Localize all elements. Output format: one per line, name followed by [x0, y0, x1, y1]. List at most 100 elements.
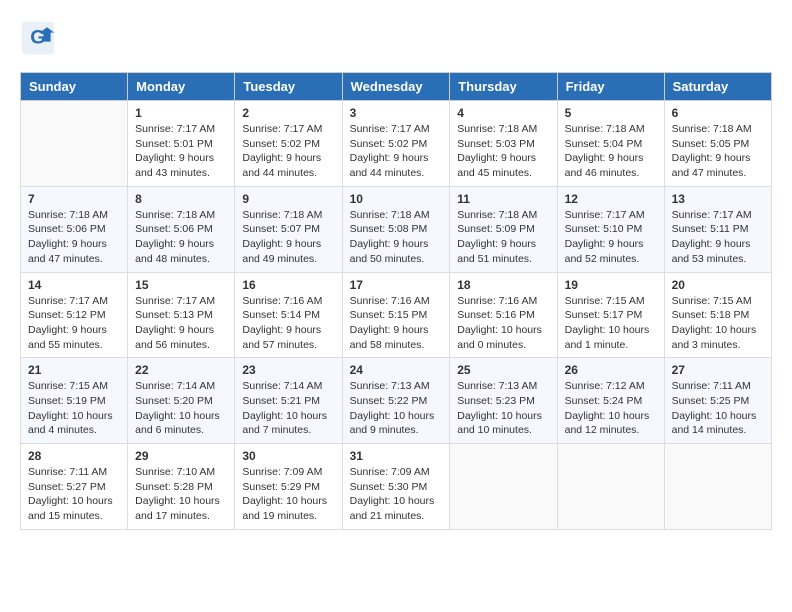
daylight-label: Daylight: 10 hours and 0 minutes. — [457, 324, 542, 351]
daylight-label: Daylight: 9 hours and 46 minutes. — [565, 152, 644, 179]
sunrise-label: Sunrise: 7:17 AM — [565, 209, 645, 221]
calendar-week-row: 1 Sunrise: 7:17 AM Sunset: 5:01 PM Dayli… — [21, 101, 772, 187]
day-number: 17 — [350, 278, 443, 292]
daylight-label: Daylight: 9 hours and 49 minutes. — [242, 238, 321, 265]
day-info: Sunrise: 7:11 AM Sunset: 5:27 PM Dayligh… — [28, 465, 120, 524]
sunrise-label: Sunrise: 7:14 AM — [135, 380, 215, 392]
daylight-label: Daylight: 9 hours and 44 minutes. — [350, 152, 429, 179]
sunrise-label: Sunrise: 7:13 AM — [350, 380, 430, 392]
sunrise-label: Sunrise: 7:10 AM — [135, 466, 215, 478]
day-number: 13 — [672, 192, 764, 206]
day-number: 14 — [28, 278, 120, 292]
calendar-cell: 16 Sunrise: 7:16 AM Sunset: 5:14 PM Dayl… — [235, 272, 342, 358]
sunset-label: Sunset: 5:09 PM — [457, 223, 535, 235]
sunrise-label: Sunrise: 7:15 AM — [28, 380, 108, 392]
day-number: 4 — [457, 106, 549, 120]
day-info: Sunrise: 7:18 AM Sunset: 5:07 PM Dayligh… — [242, 208, 334, 267]
sunset-label: Sunset: 5:12 PM — [28, 309, 106, 321]
sunrise-label: Sunrise: 7:18 AM — [565, 123, 645, 135]
calendar-cell: 5 Sunrise: 7:18 AM Sunset: 5:04 PM Dayli… — [557, 101, 664, 187]
calendar-cell: 9 Sunrise: 7:18 AM Sunset: 5:07 PM Dayli… — [235, 186, 342, 272]
daylight-label: Daylight: 9 hours and 45 minutes. — [457, 152, 536, 179]
day-info: Sunrise: 7:09 AM Sunset: 5:30 PM Dayligh… — [350, 465, 443, 524]
day-info: Sunrise: 7:09 AM Sunset: 5:29 PM Dayligh… — [242, 465, 334, 524]
daylight-label: Daylight: 9 hours and 51 minutes. — [457, 238, 536, 265]
calendar-cell: 12 Sunrise: 7:17 AM Sunset: 5:10 PM Dayl… — [557, 186, 664, 272]
day-info: Sunrise: 7:15 AM Sunset: 5:18 PM Dayligh… — [672, 294, 764, 353]
daylight-label: Daylight: 9 hours and 43 minutes. — [135, 152, 214, 179]
calendar-cell: 14 Sunrise: 7:17 AM Sunset: 5:12 PM Dayl… — [21, 272, 128, 358]
daylight-label: Daylight: 9 hours and 53 minutes. — [672, 238, 751, 265]
calendar-cell: 29 Sunrise: 7:10 AM Sunset: 5:28 PM Dayl… — [128, 444, 235, 530]
daylight-label: Daylight: 9 hours and 56 minutes. — [135, 324, 214, 351]
sunrise-label: Sunrise: 7:17 AM — [135, 295, 215, 307]
day-header: Wednesday — [342, 73, 450, 101]
sunset-label: Sunset: 5:18 PM — [672, 309, 750, 321]
calendar-cell: 4 Sunrise: 7:18 AM Sunset: 5:03 PM Dayli… — [450, 101, 557, 187]
day-info: Sunrise: 7:16 AM Sunset: 5:16 PM Dayligh… — [457, 294, 549, 353]
day-info: Sunrise: 7:14 AM Sunset: 5:20 PM Dayligh… — [135, 379, 227, 438]
calendar-cell: 7 Sunrise: 7:18 AM Sunset: 5:06 PM Dayli… — [21, 186, 128, 272]
day-info: Sunrise: 7:10 AM Sunset: 5:28 PM Dayligh… — [135, 465, 227, 524]
daylight-label: Daylight: 9 hours and 47 minutes. — [672, 152, 751, 179]
day-info: Sunrise: 7:18 AM Sunset: 5:05 PM Dayligh… — [672, 122, 764, 181]
daylight-label: Daylight: 10 hours and 9 minutes. — [350, 410, 435, 437]
day-info: Sunrise: 7:18 AM Sunset: 5:08 PM Dayligh… — [350, 208, 443, 267]
sunrise-label: Sunrise: 7:18 AM — [28, 209, 108, 221]
daylight-label: Daylight: 9 hours and 57 minutes. — [242, 324, 321, 351]
sunrise-label: Sunrise: 7:11 AM — [672, 380, 751, 392]
day-number: 31 — [350, 449, 443, 463]
day-info: Sunrise: 7:17 AM Sunset: 5:13 PM Dayligh… — [135, 294, 227, 353]
day-header: Friday — [557, 73, 664, 101]
day-number: 30 — [242, 449, 334, 463]
sunset-label: Sunset: 5:11 PM — [672, 223, 749, 235]
daylight-label: Daylight: 9 hours and 44 minutes. — [242, 152, 321, 179]
daylight-label: Daylight: 10 hours and 7 minutes. — [242, 410, 327, 437]
daylight-label: Daylight: 10 hours and 4 minutes. — [28, 410, 113, 437]
day-number: 18 — [457, 278, 549, 292]
day-number: 22 — [135, 363, 227, 377]
day-info: Sunrise: 7:13 AM Sunset: 5:23 PM Dayligh… — [457, 379, 549, 438]
logo-icon: G — [20, 20, 56, 56]
calendar-cell: 21 Sunrise: 7:15 AM Sunset: 5:19 PM Dayl… — [21, 358, 128, 444]
daylight-label: Daylight: 10 hours and 3 minutes. — [672, 324, 757, 351]
calendar-cell: 31 Sunrise: 7:09 AM Sunset: 5:30 PM Dayl… — [342, 444, 450, 530]
calendar-cell: 26 Sunrise: 7:12 AM Sunset: 5:24 PM Dayl… — [557, 358, 664, 444]
day-info: Sunrise: 7:17 AM Sunset: 5:01 PM Dayligh… — [135, 122, 227, 181]
calendar-header-row: SundayMondayTuesdayWednesdayThursdayFrid… — [21, 73, 772, 101]
calendar-cell: 20 Sunrise: 7:15 AM Sunset: 5:18 PM Dayl… — [664, 272, 771, 358]
sunrise-label: Sunrise: 7:11 AM — [28, 466, 107, 478]
calendar-cell: 10 Sunrise: 7:18 AM Sunset: 5:08 PM Dayl… — [342, 186, 450, 272]
sunrise-label: Sunrise: 7:17 AM — [28, 295, 108, 307]
day-info: Sunrise: 7:17 AM Sunset: 5:11 PM Dayligh… — [672, 208, 764, 267]
sunset-label: Sunset: 5:08 PM — [350, 223, 428, 235]
day-info: Sunrise: 7:11 AM Sunset: 5:25 PM Dayligh… — [672, 379, 764, 438]
day-info: Sunrise: 7:17 AM Sunset: 5:12 PM Dayligh… — [28, 294, 120, 353]
calendar-cell — [664, 444, 771, 530]
calendar-cell: 8 Sunrise: 7:18 AM Sunset: 5:06 PM Dayli… — [128, 186, 235, 272]
daylight-label: Daylight: 9 hours and 52 minutes. — [565, 238, 644, 265]
daylight-label: Daylight: 10 hours and 10 minutes. — [457, 410, 542, 437]
sunrise-label: Sunrise: 7:15 AM — [672, 295, 752, 307]
daylight-label: Daylight: 9 hours and 55 minutes. — [28, 324, 107, 351]
sunset-label: Sunset: 5:16 PM — [457, 309, 535, 321]
daylight-label: Daylight: 9 hours and 47 minutes. — [28, 238, 107, 265]
sunset-label: Sunset: 5:02 PM — [350, 138, 428, 150]
sunset-label: Sunset: 5:19 PM — [28, 395, 106, 407]
sunset-label: Sunset: 5:03 PM — [457, 138, 535, 150]
day-number: 25 — [457, 363, 549, 377]
daylight-label: Daylight: 9 hours and 50 minutes. — [350, 238, 429, 265]
day-info: Sunrise: 7:18 AM Sunset: 5:06 PM Dayligh… — [135, 208, 227, 267]
day-number: 7 — [28, 192, 120, 206]
daylight-label: Daylight: 10 hours and 19 minutes. — [242, 495, 327, 522]
calendar-cell: 25 Sunrise: 7:13 AM Sunset: 5:23 PM Dayl… — [450, 358, 557, 444]
sunset-label: Sunset: 5:13 PM — [135, 309, 213, 321]
sunset-label: Sunset: 5:30 PM — [350, 481, 428, 493]
sunset-label: Sunset: 5:14 PM — [242, 309, 320, 321]
day-number: 29 — [135, 449, 227, 463]
sunrise-label: Sunrise: 7:17 AM — [350, 123, 430, 135]
svg-text:G: G — [30, 26, 45, 48]
day-info: Sunrise: 7:15 AM Sunset: 5:19 PM Dayligh… — [28, 379, 120, 438]
day-number: 28 — [28, 449, 120, 463]
calendar-cell — [21, 101, 128, 187]
